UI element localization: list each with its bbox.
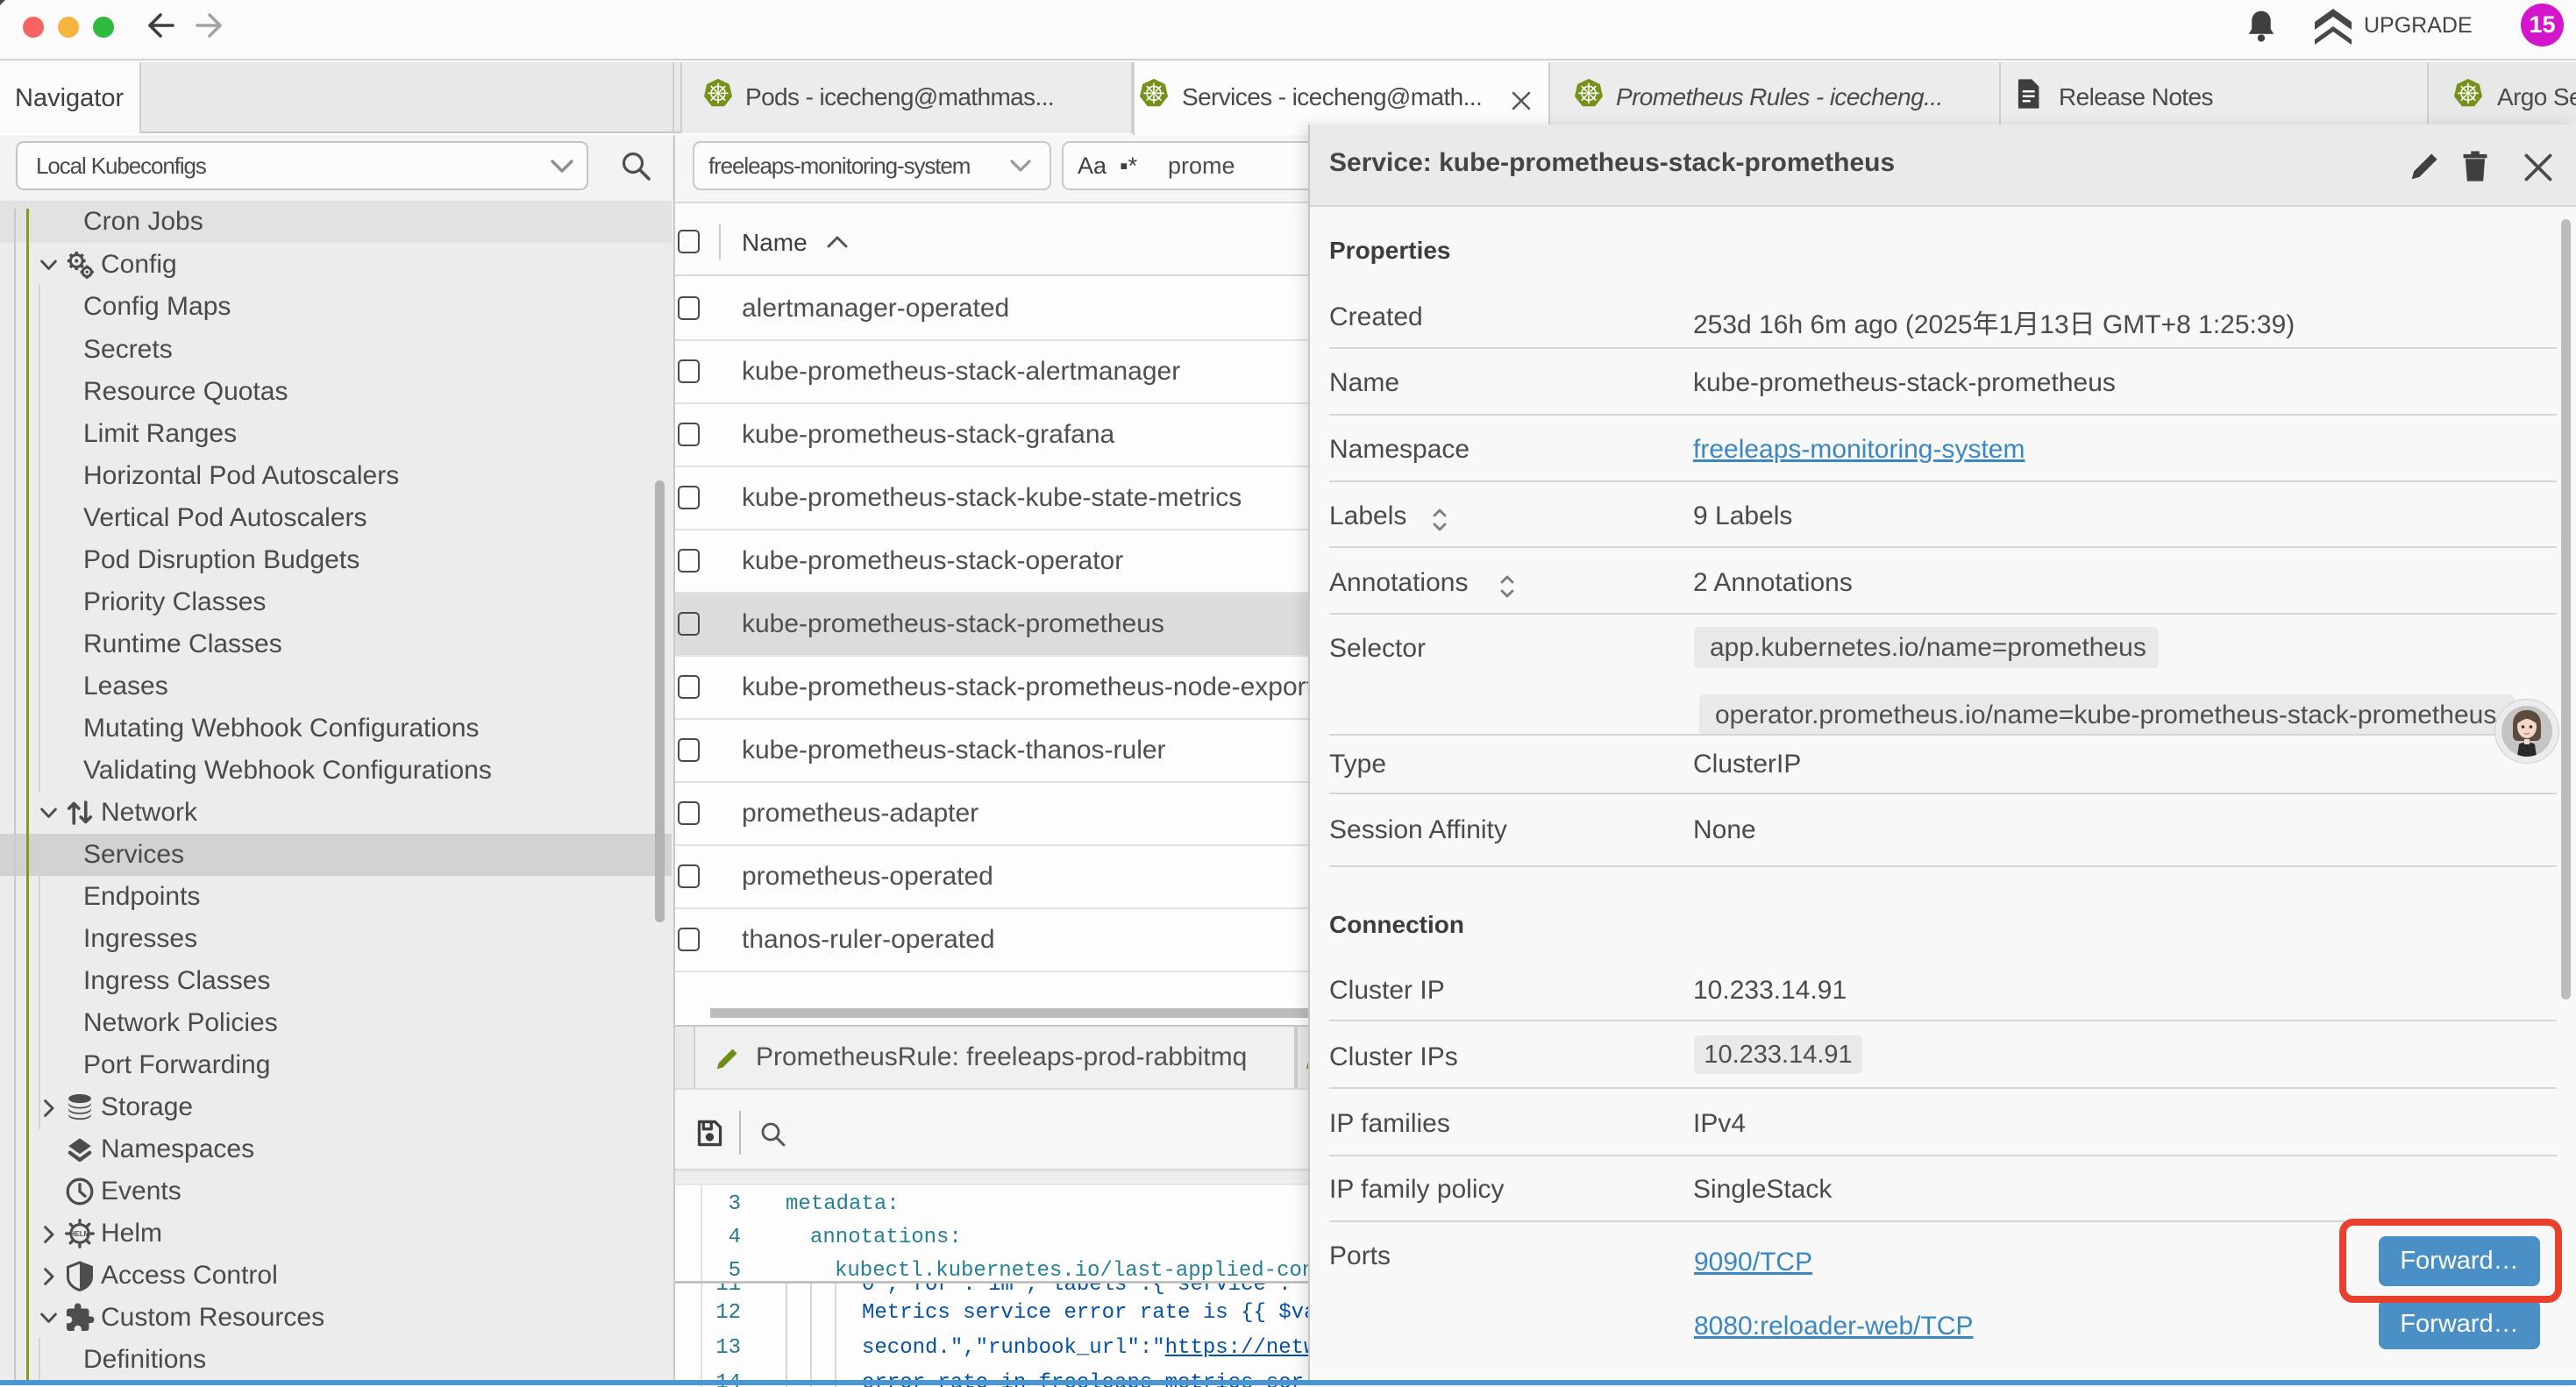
svg-text:HELM: HELM (70, 1230, 89, 1238)
